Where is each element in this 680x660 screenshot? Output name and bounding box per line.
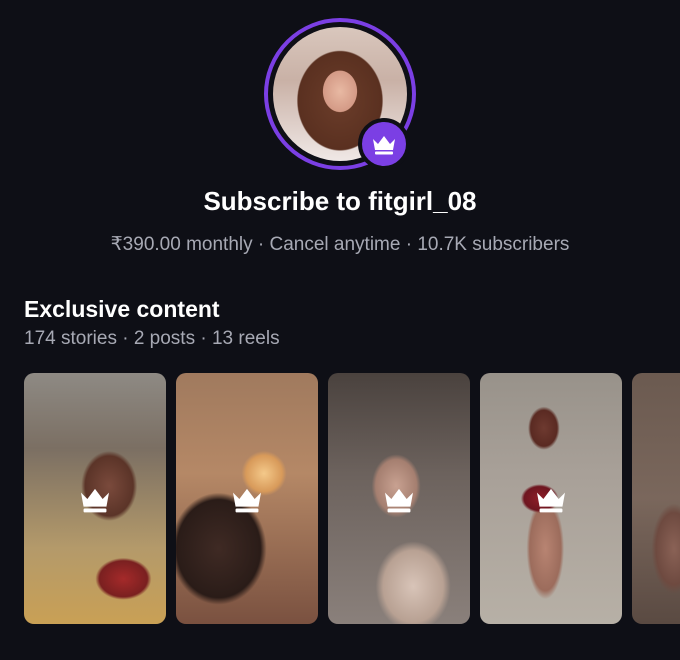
content-tile[interactable] bbox=[480, 373, 622, 624]
exclusive-content-carousel[interactable] bbox=[24, 373, 680, 624]
crown-icon bbox=[373, 136, 395, 155]
page-title: Subscribe to fitgirl_08 bbox=[203, 186, 477, 216]
crown-icon bbox=[233, 488, 261, 512]
crown-icon bbox=[81, 488, 109, 512]
content-tile[interactable] bbox=[328, 373, 470, 624]
content-tile[interactable] bbox=[632, 373, 680, 624]
content-tile[interactable] bbox=[24, 373, 166, 624]
crown-icon bbox=[385, 488, 413, 512]
subscription-details: ₹390.00 monthly · Cancel anytime · 10.7K… bbox=[110, 234, 570, 255]
subscription-page: Subscribe to fitgirl_08 ₹390.00 monthly … bbox=[0, 0, 680, 660]
section-heading: Exclusive content bbox=[24, 296, 220, 322]
crown-icon bbox=[537, 488, 565, 512]
content-summary: 174 stories · 2 posts · 13 reels bbox=[24, 328, 280, 349]
content-tile[interactable] bbox=[176, 373, 318, 624]
subscriber-badge bbox=[358, 118, 410, 170]
